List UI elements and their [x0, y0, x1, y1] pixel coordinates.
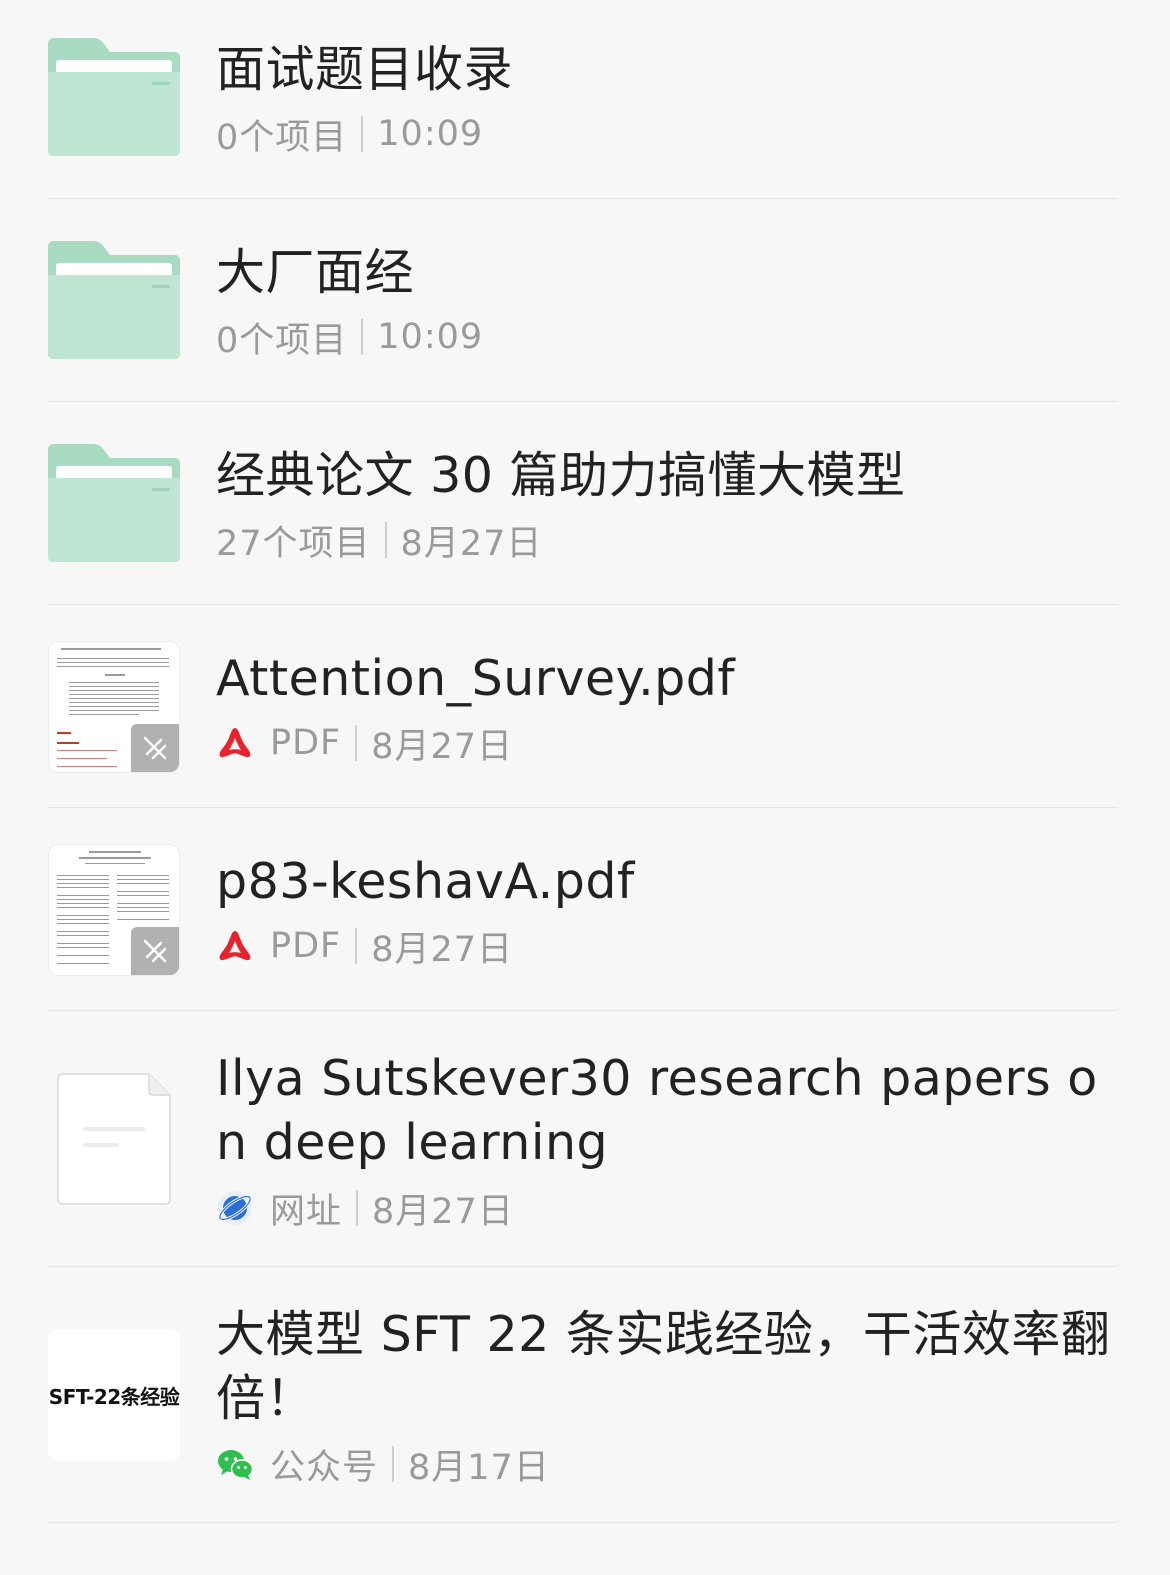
item-date: 8月27日: [400, 523, 543, 564]
list-item-pdf-p83-keshava[interactable]: p83-keshavA.pdf PDF 8月27日: [48, 808, 1118, 1011]
sync-off-icon: [143, 736, 167, 760]
browser-planet-icon: [218, 1191, 252, 1225]
list-item-folder-big-company-interviews[interactable]: 大厂面经 0个项目 10:09: [48, 199, 1118, 402]
item-count: 0个项目: [216, 320, 348, 361]
item-meta: 公众号 8月17日: [216, 1442, 550, 1488]
list-item-pdf-attention-survey[interactable]: Attention_Survey.pdf PDF 8月27日: [48, 605, 1118, 808]
sync-badge: [131, 724, 179, 772]
meta-divider: [355, 725, 358, 761]
pdf-icon: [219, 931, 251, 961]
item-title: p83-keshavA.pdf: [216, 853, 635, 910]
item-date: 8月27日: [371, 726, 514, 767]
pdf-thumbnail: [48, 844, 180, 976]
meta-divider: [355, 928, 358, 964]
item-date: 8月27日: [372, 1191, 514, 1232]
item-title: 面试题目收录: [216, 41, 514, 98]
item-date: 8月27日: [371, 929, 514, 970]
list-item-link-ilya-papers[interactable]: Ilya Sutskever30 research papers on deep…: [48, 1011, 1118, 1267]
pdf-thumbnail: [48, 641, 180, 773]
item-meta: 0个项目 10:09: [216, 315, 484, 361]
meta-divider: [361, 319, 364, 355]
item-meta: 27个项目 8月27日: [216, 518, 542, 564]
item-title: 大模型 SFT 22 条实践经验，干活效率翻倍！: [216, 1306, 1111, 1427]
item-source: 公众号: [270, 1447, 379, 1488]
item-date: 10:09: [377, 317, 484, 357]
sync-off-icon: [143, 939, 167, 963]
item-meta: PDF 8月27日: [216, 924, 513, 970]
item-meta: 网址 8月27日: [216, 1186, 514, 1232]
item-title: Attention_Survey.pdf: [216, 650, 736, 707]
item-meta: PDF 8月27日: [216, 721, 513, 767]
item-count: 27个项目: [216, 523, 371, 564]
folder-icon: [48, 241, 180, 359]
pdf-icon: [219, 728, 251, 758]
list-item-article-sft-22[interactable]: SFT-22条经验 大模型 SFT 22 条实践经验，干活效率翻倍！ 公众号 8…: [48, 1267, 1118, 1523]
item-date: 8月17日: [408, 1447, 550, 1488]
meta-divider: [384, 522, 387, 558]
thumbnail-text: SFT-22条经验: [48, 1384, 180, 1409]
item-title: 经典论文 30 篇助力搞懂大模型: [216, 447, 906, 504]
item-source: PDF: [270, 723, 342, 763]
sync-badge: [131, 927, 179, 975]
item-date: 10:09: [377, 114, 484, 154]
meta-divider: [392, 1446, 395, 1482]
list-item-folder-classic-papers[interactable]: 经典论文 30 篇助力搞懂大模型 27个项目 8月27日: [48, 402, 1118, 605]
document-icon: [57, 1073, 171, 1205]
item-source: PDF: [270, 926, 342, 966]
folder-icon: [48, 444, 180, 562]
wechat-icon: [218, 1450, 254, 1480]
meta-divider: [356, 1190, 359, 1226]
folder-icon: [48, 38, 180, 156]
meta-divider: [361, 116, 364, 152]
list-item-folder-interview-questions[interactable]: 面试题目收录 0个项目 10:09: [48, 34, 1118, 199]
article-thumbnail: SFT-22条经验: [48, 1329, 180, 1461]
item-meta: 0个项目 10:09: [216, 112, 484, 158]
item-source: 网址: [270, 1191, 343, 1232]
item-title: 大厂面经: [216, 244, 415, 301]
item-count: 0个项目: [216, 117, 348, 158]
item-title: Ilya Sutskever30 research papers on deep…: [216, 1050, 1098, 1171]
